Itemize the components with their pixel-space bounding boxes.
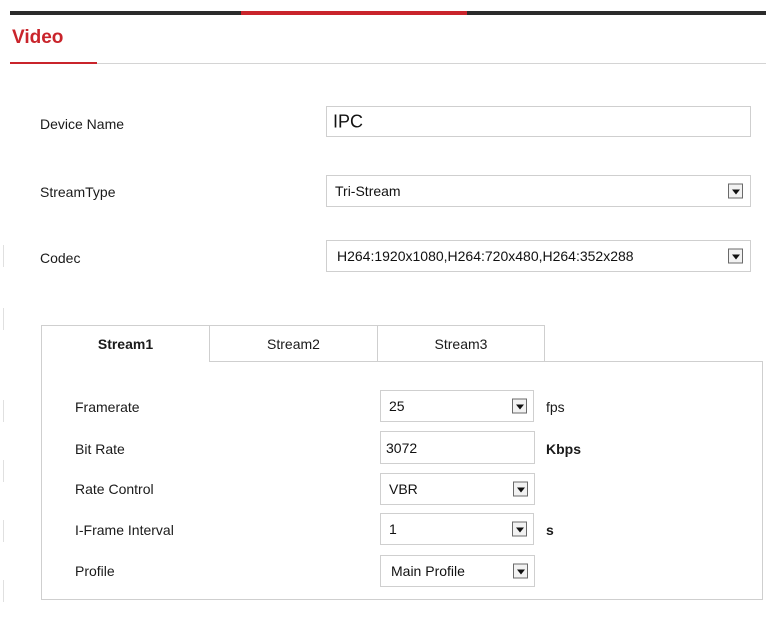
framerate-value: 25 (389, 398, 405, 414)
tab-stream2[interactable]: Stream2 (209, 325, 378, 362)
rate-control-select[interactable]: VBR (380, 473, 535, 505)
bit-rate-value: 3072 (386, 439, 418, 456)
iframe-interval-select[interactable]: 1 (380, 513, 534, 545)
profile-label: Profile (75, 563, 115, 579)
left-edge-mark (3, 400, 4, 422)
left-edge-mark (3, 308, 4, 330)
framerate-unit: fps (546, 399, 565, 415)
framerate-select[interactable]: 25 (380, 390, 534, 422)
stream-panel-top-border (210, 361, 763, 362)
title-underline (10, 63, 766, 64)
codec-value: H264:1920x1080,H264:720x480,H264:352x288 (337, 248, 634, 264)
stream-type-select[interactable]: Tri-Stream (326, 175, 751, 207)
chevron-down-icon[interactable] (512, 398, 527, 414)
left-edge-mark (3, 245, 4, 267)
chevron-down-icon[interactable] (728, 183, 743, 199)
chevron-down-icon[interactable] (512, 521, 527, 537)
stream-type-label: StreamType (40, 184, 116, 200)
framerate-label: Framerate (75, 399, 140, 415)
device-name-value: IPC (333, 111, 364, 131)
page-title: Video (12, 27, 64, 48)
profile-select[interactable]: Main Profile (380, 555, 535, 587)
left-edge-mark (3, 460, 4, 482)
rate-control-label: Rate Control (75, 481, 154, 497)
rate-control-value: VBR (389, 481, 418, 497)
chevron-down-icon[interactable] (513, 481, 528, 497)
iframe-interval-unit: s (546, 522, 554, 538)
iframe-interval-value: 1 (389, 521, 397, 537)
codec-label: Codec (40, 250, 81, 266)
top-bar-accent (241, 11, 467, 15)
chevron-down-icon[interactable] (728, 248, 743, 264)
chevron-down-icon[interactable] (513, 563, 528, 579)
bit-rate-input[interactable]: 3072 (380, 431, 535, 464)
tab-stream3[interactable]: Stream3 (377, 325, 545, 362)
device-name-label: Device Name (40, 116, 125, 132)
left-edge-mark (3, 520, 4, 542)
stream-type-value: Tri-Stream (335, 183, 401, 199)
codec-select[interactable]: H264:1920x1080,H264:720x480,H264:352x288 (326, 240, 751, 272)
profile-value: Main Profile (391, 563, 465, 579)
left-edge-mark (3, 580, 4, 602)
bit-rate-unit: Kbps (546, 441, 581, 457)
iframe-interval-label: I-Frame Interval (75, 522, 174, 538)
bit-rate-label: Bit Rate (75, 441, 125, 457)
title-underline-accent (10, 62, 97, 64)
tab-stream1[interactable]: Stream1 (41, 325, 210, 362)
device-name-input[interactable]: IPC (326, 106, 751, 137)
